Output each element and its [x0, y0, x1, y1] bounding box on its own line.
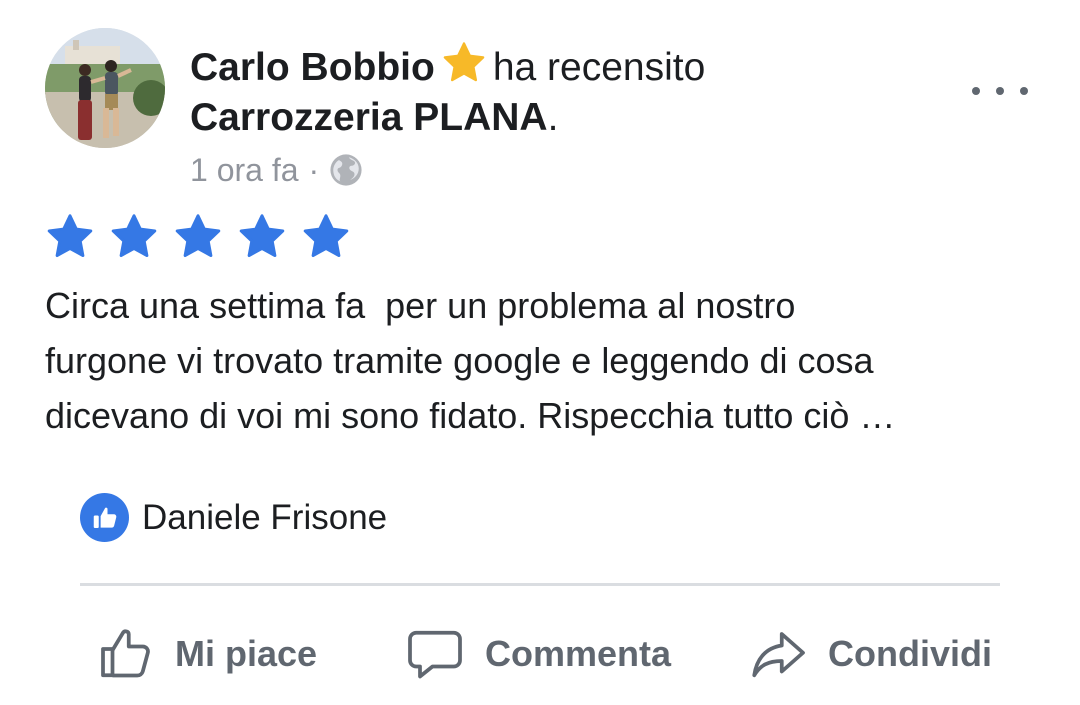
meta-separator: ·	[308, 152, 320, 188]
page-name-link[interactable]: Carrozzeria PLANA	[190, 96, 548, 139]
thumbs-up-icon	[93, 507, 116, 528]
rating-stars	[45, 212, 351, 262]
post-meta: 1 ora fa ·	[190, 150, 363, 190]
review-text[interactable]: Circa una settima fa per un problema al …	[45, 278, 1045, 443]
more-dot	[972, 87, 980, 95]
share-button-label: Condividi	[828, 633, 992, 674]
like-button[interactable]: Mi piace	[95, 622, 317, 686]
post-header: Carlo Bobbio ha recensito	[190, 40, 705, 91]
action-divider	[80, 583, 1000, 586]
like-button-label: Mi piace	[175, 633, 318, 674]
share-arrow-icon	[752, 632, 805, 678]
more-dot	[1020, 87, 1028, 95]
globe-icon	[330, 154, 362, 186]
rating-star-icon	[239, 214, 285, 257]
rating-star-icon	[111, 214, 157, 257]
star-badge-icon	[443, 42, 485, 82]
review-text-line: dicevano di voi mi sono fidato. Rispecch…	[45, 395, 896, 436]
comment-button[interactable]: Commenta	[405, 622, 671, 686]
like-badge-icon	[80, 493, 129, 542]
reactions-summary[interactable]: Daniele Frisone	[80, 493, 387, 542]
review-text-line: furgone vi trovato tramite google e legg…	[45, 340, 874, 381]
review-text-line: Circa una settima fa per un problema al …	[45, 285, 796, 326]
comment-button-label: Commenta	[485, 633, 672, 674]
post-timestamp[interactable]: 1 ora fa	[190, 150, 299, 190]
share-button[interactable]: Condividi	[748, 622, 992, 686]
rating-star-icon	[175, 214, 221, 257]
rating-star-icon	[303, 214, 349, 257]
author-name[interactable]: Carlo Bobbio	[190, 46, 435, 89]
page-name-suffix: .	[547, 96, 559, 139]
thumbs-up-outline-icon	[101, 629, 150, 678]
rating-star-icon	[47, 214, 93, 257]
speech-bubble-icon	[408, 630, 462, 679]
reviewed-page: Carrozzeria PLANA.	[190, 95, 558, 141]
author-avatar[interactable]	[45, 28, 165, 148]
action-verb: ha recensito	[492, 46, 706, 89]
review-post: Carlo Bobbio ha recensito Carrozzeria PLA…	[0, 0, 1080, 705]
avatar-photo	[45, 28, 165, 148]
more-options-button[interactable]	[972, 78, 1028, 104]
more-dot	[996, 87, 1004, 95]
reactors-names: Daniele Frisone	[142, 497, 388, 537]
